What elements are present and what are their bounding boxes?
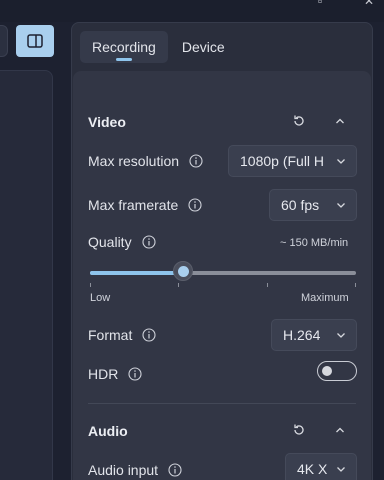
reset-icon[interactable] [291,422,307,438]
chevron-down-icon [337,467,345,472]
slider-tick [90,283,91,287]
toolbar-button[interactable] [0,25,8,57]
video-section-title: Video [88,114,126,130]
slider-thumb-center [177,265,189,277]
quality-slider-fill [90,271,184,275]
max-resolution-value: 1080p (Full H [240,153,325,169]
hdr-label: HDR [88,366,119,382]
format-label: Format [88,327,133,343]
info-icon[interactable] [168,463,182,477]
format-row: Format [88,327,156,343]
close-icon[interactable]: ✕ [364,0,374,8]
side-panel-icon [27,34,43,48]
info-icon[interactable] [189,154,203,168]
quality-slider-thumb[interactable] [173,261,194,281]
chevron-down-icon [337,159,345,164]
maximize-icon[interactable]: ▫ [318,0,322,8]
audio-input-label: Audio input [88,462,159,478]
quality-min-label: Low [90,292,111,304]
format-value: H.264 [283,327,321,343]
slider-tick [178,283,179,287]
recording-settings: Video Max resolution 1080p (Full H Max f… [73,71,371,480]
chevron-up-icon[interactable] [332,422,348,438]
slider-tick [355,283,356,287]
toggle-knob [322,366,332,376]
max-resolution-row: Max resolution [88,153,203,169]
chevron-up-icon[interactable] [332,113,348,129]
chevron-down-icon [337,333,345,338]
hdr-row: HDR [88,366,142,382]
max-resolution-label: Max resolution [88,153,180,169]
max-framerate-dropdown[interactable]: 60 fps [269,189,357,221]
tab-device[interactable]: Device [170,31,237,63]
audio-section-title: Audio [88,423,128,439]
section-divider [88,403,356,404]
active-tab-indicator [115,58,132,61]
quality-slider-track[interactable] [90,271,356,275]
slider-tick [267,283,268,287]
tab-bar: Recording Device [80,31,237,63]
info-icon[interactable] [188,198,202,212]
reset-icon[interactable] [291,113,307,129]
side-panel-toggle-button[interactable] [16,25,54,57]
audio-input-dropdown[interactable]: 4K X [285,453,357,480]
format-dropdown[interactable]: H.264 [271,319,357,351]
quality-label: Quality [88,234,132,250]
tab-recording-label: Recording [92,39,156,55]
quality-row: Quality [88,234,156,250]
info-icon[interactable] [128,367,142,381]
hdr-toggle[interactable] [317,361,357,381]
audio-input-row: Audio input [88,462,182,478]
info-icon[interactable] [142,235,156,249]
chevron-down-icon [337,203,345,208]
max-framerate-label: Max framerate [88,197,179,213]
preview-panel [0,70,53,480]
max-framerate-value: 60 fps [281,197,320,213]
audio-input-value: 4K X [297,461,328,477]
settings-panel: Recording Device Video Max resolution 10… [71,22,373,480]
quality-max-label: Maximum [301,292,349,304]
max-resolution-dropdown[interactable]: 1080p (Full H [228,145,357,177]
max-framerate-row: Max framerate [88,197,202,213]
info-icon[interactable] [142,328,156,342]
window-title-bar: ▫ ✕ [0,0,384,22]
quality-estimate: ~ 150 MB/min [280,237,349,249]
tab-device-label: Device [181,39,225,55]
tab-recording[interactable]: Recording [80,31,168,63]
